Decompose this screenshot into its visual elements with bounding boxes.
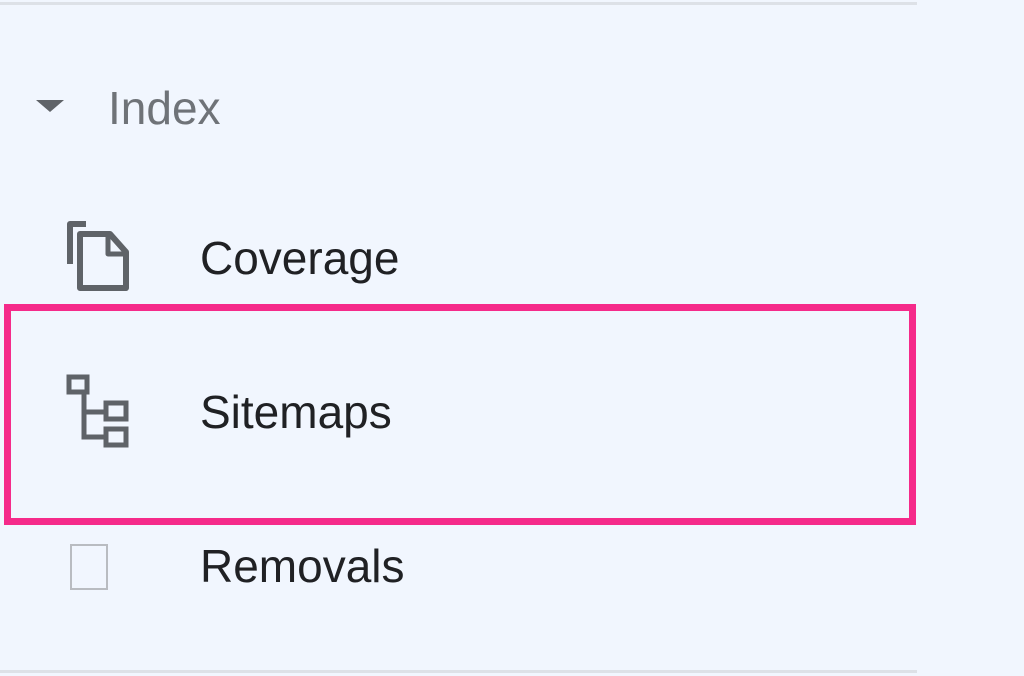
- section-title: Index: [108, 82, 221, 134]
- sidebar-item-sitemaps[interactable]: Sitemaps: [0, 337, 917, 487]
- coverage-icon: [60, 218, 136, 294]
- sidebar-item-label: Removals: [200, 540, 405, 592]
- sidebar-nav: Index Coverage Sitemaps Removals: [0, 0, 1024, 676]
- sidebar-item-removals[interactable]: Removals: [0, 490, 917, 640]
- sidebar-item-label: Sitemaps: [200, 386, 392, 438]
- sitemap-icon: [60, 373, 136, 449]
- bottom-divider: [0, 670, 917, 673]
- caret-down-icon[interactable]: [36, 100, 64, 112]
- sidebar-item-coverage[interactable]: Coverage: [0, 186, 917, 334]
- index-section-header[interactable]: Index: [0, 70, 917, 146]
- sidebar-item-label: Coverage: [200, 232, 400, 284]
- top-divider: [0, 2, 917, 5]
- removals-icon: [60, 542, 136, 618]
